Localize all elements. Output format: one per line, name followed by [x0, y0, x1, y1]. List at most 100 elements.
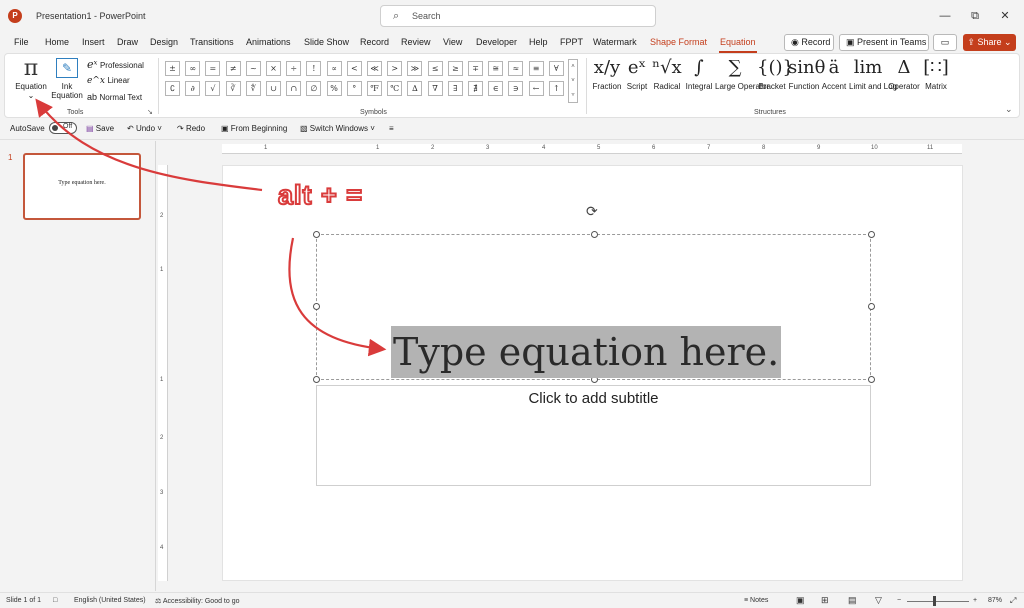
structure-bracket-button[interactable]: {()} Bracket: [757, 54, 794, 92]
zoom-out-icon[interactable]: −: [897, 597, 901, 604]
symbol-button[interactable]: %: [326, 81, 342, 96]
symbol-button[interactable]: ≥: [447, 61, 463, 76]
symbol-button[interactable]: ≤: [427, 61, 443, 76]
tab-developer[interactable]: Developer: [476, 37, 517, 47]
tab-file[interactable]: File: [14, 37, 29, 47]
tab-review[interactable]: Review: [401, 37, 431, 47]
symbols-scroll[interactable]: ˄ ˅ ▿: [568, 59, 578, 103]
symbol-button[interactable]: ≫: [407, 61, 423, 76]
symbol-button[interactable]: !: [306, 61, 322, 76]
resize-handle[interactable]: [313, 376, 320, 383]
zoom-in-icon[interactable]: +: [973, 597, 977, 604]
symbol-button[interactable]: ∂: [185, 81, 201, 96]
minimize-button[interactable]: —: [931, 7, 959, 25]
spelling-icon[interactable]: □: [53, 597, 57, 604]
language-indicator[interactable]: English (United States): [74, 597, 146, 604]
structure-operator-button[interactable]: Δ Operator: [887, 54, 921, 92]
subtitle-placeholder[interactable]: Click to add subtitle: [317, 390, 870, 407]
close-button[interactable]: ✕: [991, 7, 1019, 25]
tab-watermark[interactable]: Watermark: [593, 37, 637, 47]
ink-equation-button[interactable]: ✎ Ink Equation: [50, 56, 84, 100]
tab-transitions[interactable]: Transitions: [190, 37, 234, 47]
symbol-button[interactable]: √: [205, 81, 221, 96]
accessibility-indicator[interactable]: ⚖ Accessibility: Good to go: [155, 597, 240, 605]
linear-option[interactable]: e^x Linear: [87, 75, 130, 86]
autosave-toggle[interactable]: Off: [49, 122, 77, 134]
symbol-button[interactable]: ≈: [508, 61, 524, 76]
structure-matrix-button[interactable]: [∷] Matrix: [921, 54, 951, 92]
pane-separator[interactable]: [155, 141, 156, 591]
subtitle-placeholder-box[interactable]: Click to add subtitle: [316, 385, 871, 486]
symbol-button[interactable]: ∀: [548, 61, 564, 76]
tab-slide-show[interactable]: Slide Show: [304, 37, 349, 47]
symbol-button[interactable]: ±: [165, 61, 180, 76]
restore-button[interactable]: ⧉: [961, 7, 989, 25]
tab-draw[interactable]: Draw: [117, 37, 138, 47]
tab-fppt[interactable]: FPPT: [560, 37, 583, 47]
fit-to-window-icon[interactable]: ⤢: [1010, 596, 1016, 606]
slide-sorter-icon[interactable]: ⊞: [821, 595, 829, 606]
tab-equation[interactable]: Equation: [720, 37, 756, 47]
structure-radical-button[interactable]: ⁿ√x Radical: [652, 54, 682, 92]
reading-view-icon[interactable]: ▤: [848, 595, 857, 606]
tab-home[interactable]: Home: [45, 37, 69, 47]
zoom-slider-thumb[interactable]: [933, 596, 936, 606]
resize-handle[interactable]: [868, 303, 875, 310]
search-input[interactable]: ⌕ Search: [380, 5, 656, 27]
tab-shape-format[interactable]: Shape Format: [650, 37, 707, 47]
symbol-button[interactable]: <: [346, 61, 362, 76]
symbol-button[interactable]: ÷: [286, 61, 302, 76]
notes-button[interactable]: ≡ Notes: [744, 597, 768, 604]
symbol-button[interactable]: >: [387, 61, 403, 76]
normal-text-option[interactable]: ab Normal Text: [87, 92, 142, 102]
symbol-button[interactable]: ∩: [286, 81, 302, 96]
structure-script-button[interactable]: eˣ Script: [623, 54, 651, 92]
present-in-teams-button[interactable]: ▣ Present in Teams: [839, 34, 929, 51]
resize-handle[interactable]: [313, 303, 320, 310]
tab-record[interactable]: Record: [360, 37, 389, 47]
structure-integral-button[interactable]: ∫ Integral: [683, 54, 715, 92]
symbol-button[interactable]: ∪: [266, 81, 281, 96]
rotate-handle-icon[interactable]: ⟳: [586, 203, 598, 220]
symbol-button[interactable]: ≅: [488, 61, 504, 76]
structure-large-operator-button[interactable]: ∑ Large Operator: [715, 54, 769, 92]
symbol-button[interactable]: ∁: [165, 81, 180, 96]
save-button[interactable]: ▤ Save: [86, 124, 114, 133]
resize-handle[interactable]: [868, 376, 875, 383]
redo-button[interactable]: ↷ Redo: [177, 124, 205, 133]
symbol-button[interactable]: ↑: [548, 81, 564, 96]
symbol-button[interactable]: ∞: [185, 61, 201, 76]
structure-function-button[interactable]: sinθ Function: [788, 54, 825, 92]
normal-view-icon[interactable]: ▣: [796, 595, 805, 606]
resize-handle[interactable]: [591, 231, 598, 238]
share-button[interactable]: ⇪ Share ⌄: [963, 34, 1016, 51]
equation-placeholder[interactable]: Type equation here.: [391, 326, 782, 378]
symbol-button[interactable]: ≪: [367, 61, 382, 76]
switch-windows-button[interactable]: ▧ Switch Windows ˅: [300, 124, 375, 133]
record-button[interactable]: ◉ Record: [784, 34, 834, 51]
tab-help[interactable]: Help: [529, 37, 548, 47]
undo-button[interactable]: ↶ Undo ˅: [127, 124, 162, 133]
dialog-launcher-icon[interactable]: ↘: [147, 108, 153, 116]
zoom-slider[interactable]: [907, 601, 969, 602]
equation-button[interactable]: π Equation ⌄: [13, 56, 49, 100]
resize-handle[interactable]: [313, 231, 320, 238]
resize-handle[interactable]: [868, 231, 875, 238]
symbol-button[interactable]: ∇: [427, 81, 443, 96]
structure-fraction-button[interactable]: x/y Fraction: [592, 54, 622, 92]
symbol-button[interactable]: ∅: [306, 81, 322, 96]
symbol-button[interactable]: ℉: [367, 81, 382, 96]
slide-canvas[interactable]: ⟳ Type equation here. Click to add subti…: [222, 165, 963, 581]
symbol-button[interactable]: ℃: [387, 81, 403, 96]
symbol-button[interactable]: =: [205, 61, 221, 76]
symbol-button[interactable]: ×: [266, 61, 281, 76]
symbol-button[interactable]: ←: [528, 81, 544, 96]
symbol-button[interactable]: ~: [245, 61, 261, 76]
tab-animations[interactable]: Animations: [246, 37, 291, 47]
symbol-button[interactable]: ≡: [528, 61, 544, 76]
structure-accent-button[interactable]: ä Accent: [820, 54, 848, 92]
professional-option[interactable]: eˣ Professional: [87, 58, 144, 71]
slide-thumbnail[interactable]: Type equation here.: [23, 153, 141, 220]
customize-toolbar-icon[interactable]: ≡: [389, 124, 394, 133]
collapse-ribbon-icon[interactable]: ⌄: [1005, 104, 1013, 115]
